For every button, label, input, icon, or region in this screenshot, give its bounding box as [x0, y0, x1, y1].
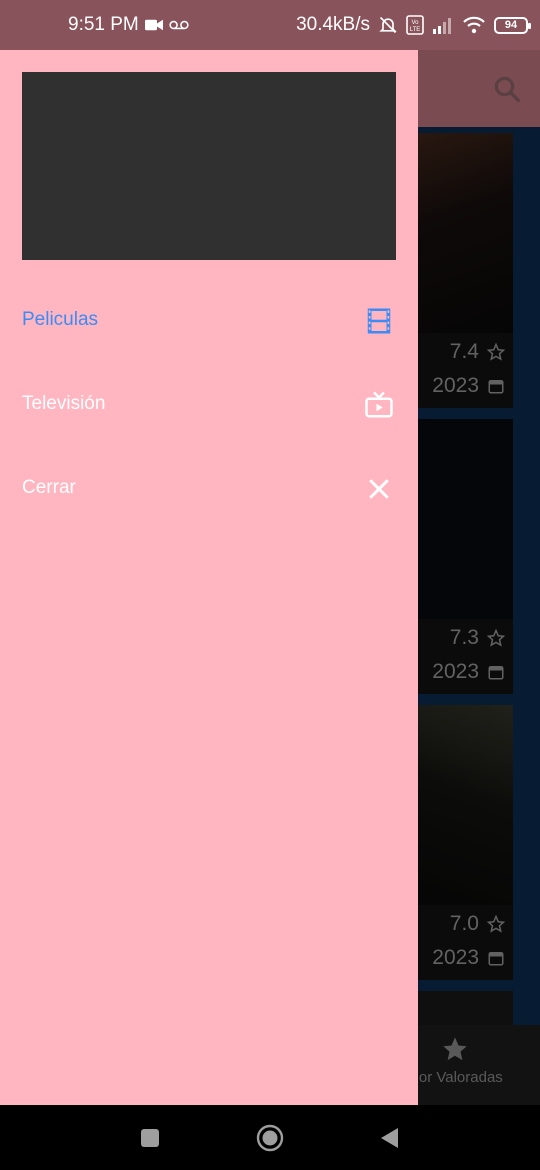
bell-off-icon	[379, 16, 397, 34]
signal-icon	[433, 18, 451, 34]
drawer-header	[22, 72, 396, 260]
battery-icon: 94	[494, 16, 531, 34]
wifi-icon	[463, 16, 485, 34]
drawer-item-television[interactable]: Televisión	[0, 376, 418, 436]
drawer-item-peliculas[interactable]: Peliculas	[0, 292, 418, 352]
tv-icon	[365, 391, 393, 418]
drawer-item-cerrar[interactable]: Cerrar	[0, 460, 418, 520]
system-navigation-bar	[0, 1105, 540, 1170]
status-bar: 9:51 PM 30.4kB/s Vo LTE 94	[0, 0, 540, 50]
back-button[interactable]	[375, 1123, 405, 1153]
drawer-item-label: Cerrar	[22, 477, 76, 498]
volte-icon: VoLTE	[406, 15, 424, 35]
navigation-drawer: Peliculas Televisión Cerrar	[0, 50, 418, 1105]
status-time: 9:51 PM	[68, 14, 139, 35]
svg-text:Vo: Vo	[411, 20, 419, 26]
drawer-item-label: Peliculas	[22, 309, 99, 330]
video-camera-icon	[144, 19, 163, 31]
recents-button[interactable]	[135, 1123, 165, 1153]
close-icon	[369, 479, 389, 499]
svg-text:LTE: LTE	[410, 27, 421, 33]
drawer-item-label: Televisión	[22, 393, 106, 414]
home-button[interactable]	[255, 1123, 285, 1153]
voicemail-icon	[169, 20, 189, 30]
network-speed: 30.4kB/s	[296, 14, 370, 35]
movie-icon	[367, 308, 391, 334]
battery-level: 94	[504, 19, 518, 31]
